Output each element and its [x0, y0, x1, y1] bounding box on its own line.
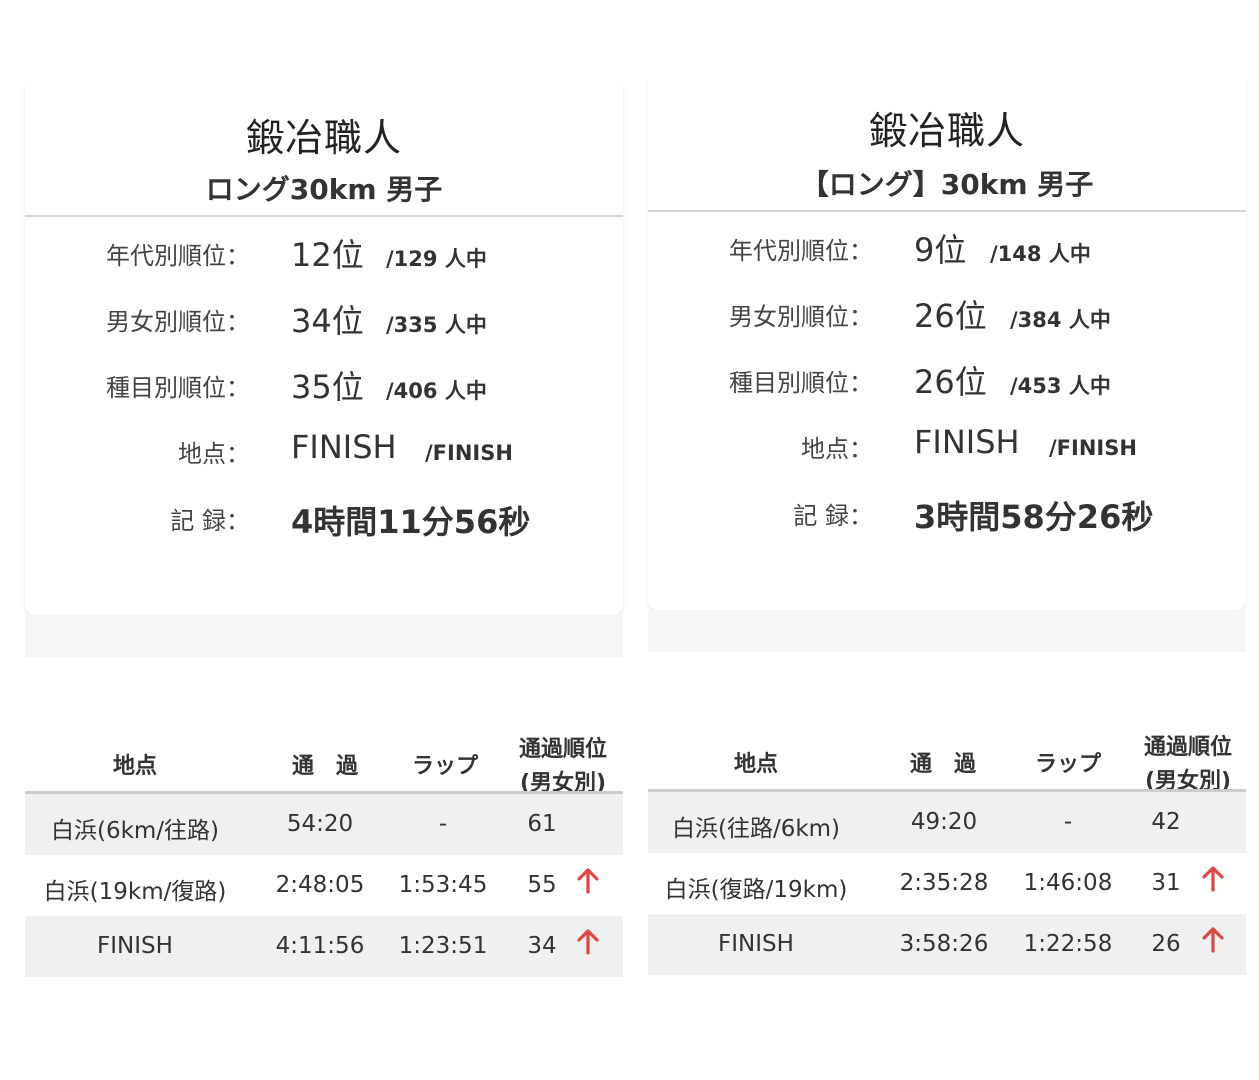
cell-pass: 4:11:56 [275, 933, 365, 959]
split-table-header: 地点 通 過 ラップ 通過順位 (男女別) [648, 713, 1246, 794]
table-row: 白浜(復路/19km) 2:35:28 1:46:08 31 [648, 853, 1246, 914]
cell-pass: 54:20 [286, 811, 354, 837]
cell-pass: 2:48:05 [275, 872, 365, 898]
arrow-up-icon [577, 868, 599, 894]
runner-name: 鍛冶職人 [245, 116, 402, 160]
stat-value: 26位 [914, 363, 987, 401]
cell-rank: 42 [1151, 809, 1181, 835]
section-gap [25, 615, 623, 657]
table-row: 白浜(往路/6km) 49:20 - 42 [648, 792, 1246, 853]
stat-label: 男女別順位： [729, 303, 873, 331]
cell-point: 白浜(復路/19km) [664, 877, 848, 903]
header-pass: 通 過 [291, 754, 358, 779]
cell-point: 白浜(6km/往路) [50, 818, 220, 844]
table-row: 白浜(19km/復路) 2:48:05 1:53:45 55 [25, 855, 623, 916]
cell-point: FINISH [718, 931, 794, 957]
stat-label: 地点： [801, 435, 873, 463]
cell-lap: 1:46:08 [1023, 870, 1113, 896]
cell-lap: - [1063, 809, 1073, 835]
cell-rank: 55 [527, 872, 557, 898]
stat-label: 記 録： [170, 507, 250, 535]
stat-value: FINISH [914, 423, 1020, 461]
runner-name: 鍛冶職人 [868, 109, 1025, 153]
header-rank: 通過順位 [518, 737, 607, 762]
header-point: 地点 [112, 754, 157, 779]
stat-total: /148 人中 [990, 242, 1091, 266]
stat-label: 記 録： [793, 502, 873, 530]
stat-value: 26位 [914, 297, 987, 335]
table-row: FINISH 4:11:56 1:23:51 34 [25, 916, 623, 977]
stat-total: /FINISH [425, 441, 513, 465]
header-rank: 通過順位 [1143, 735, 1232, 760]
table-row: FINISH 3:58:26 1:22:58 26 [648, 914, 1246, 975]
divider [25, 215, 623, 217]
stat-value: 35位 [291, 368, 364, 406]
split-table-header: 地点 通 過 ラップ 通過順位 (男女別) [25, 715, 623, 796]
header-lap: ラップ [1034, 752, 1101, 777]
stat-record: 記 録： 4時間11分56秒 [25, 495, 623, 545]
cell-point: 白浜(往路/6km) [671, 816, 841, 842]
stat-event-rank: 種目別順位： 35位 /406 人中 [25, 362, 623, 412]
arrow-up-icon [577, 929, 599, 955]
cell-rank: 26 [1151, 931, 1181, 957]
header-pass: 通 過 [909, 752, 976, 777]
cell-rank: 31 [1151, 870, 1181, 896]
result-card: 鍛冶職人 ロング30km 男子 年代別順位： 12位 /129 人中 男女別順位… [25, 85, 623, 615]
header-lap: ラップ [411, 754, 478, 779]
cell-pass: 3:58:26 [899, 931, 989, 957]
stat-total: /129 人中 [386, 247, 487, 271]
arrow-up-icon [1202, 927, 1224, 953]
stat-label: 年代別順位： [106, 242, 250, 270]
header-point: 地点 [733, 752, 778, 777]
cell-lap: 1:22:58 [1023, 931, 1113, 957]
cell-lap: - [438, 811, 448, 837]
stat-gender-rank: 男女別順位： 34位 /335 人中 [25, 296, 623, 346]
record-time: 4時間11分56秒 [291, 503, 531, 541]
stat-label: 男女別順位： [106, 308, 250, 336]
table-row: 白浜(6km/往路) 54:20 - 61 [25, 794, 623, 855]
stat-point: 地点： FINISH /FINISH [648, 423, 1246, 473]
record-time: 3時間58分26秒 [914, 498, 1154, 536]
stat-label: 種目別順位： [729, 369, 873, 397]
divider [648, 210, 1246, 212]
stat-record: 記 録： 3時間58分26秒 [648, 490, 1246, 540]
stat-gender-rank: 男女別順位： 26位 /384 人中 [648, 291, 1246, 341]
stat-total: /335 人中 [386, 313, 487, 337]
stat-total: /406 人中 [386, 379, 487, 403]
stat-total: /453 人中 [1010, 374, 1111, 398]
stat-point: 地点： FINISH /FINISH [25, 428, 623, 478]
stat-value: 12位 [291, 236, 364, 274]
cell-rank: 61 [527, 811, 557, 837]
result-panel-left: 鍛冶職人 ロング30km 男子 年代別順位： 12位 /129 人中 男女別順位… [25, 0, 623, 1080]
stat-age-rank: 年代別順位： 9位 /148 人中 [648, 225, 1246, 275]
stat-value: 9位 [914, 231, 967, 269]
split-table: 地点 通 過 ラップ 通過順位 (男女別) 白浜(往路/6km) 49:20 -… [648, 713, 1246, 978]
result-panel-right: 鍛冶職人 【ロング】30km 男子 年代別順位： 9位 /148 人中 男女別順… [648, 0, 1246, 1080]
cell-point: FINISH [97, 933, 173, 959]
cell-rank: 34 [527, 933, 557, 959]
stat-event-rank: 種目別順位： 26位 /453 人中 [648, 357, 1246, 407]
split-table: 地点 通 過 ラップ 通過順位 (男女別) 白浜(6km/往路) 54:20 -… [25, 715, 623, 980]
stat-value: 34位 [291, 302, 364, 340]
stat-label: 種目別順位： [106, 374, 250, 402]
stat-value: FINISH [291, 428, 397, 466]
stat-total: /384 人中 [1010, 308, 1111, 332]
race-category: 【ロング】30km 男子 [800, 168, 1094, 201]
stat-label: 地点： [178, 440, 250, 468]
stat-age-rank: 年代別順位： 12位 /129 人中 [25, 230, 623, 280]
cell-pass: 49:20 [910, 809, 978, 835]
stat-total: /FINISH [1049, 436, 1137, 460]
section-gap [648, 610, 1246, 652]
cell-lap: 1:23:51 [398, 933, 488, 959]
arrow-up-icon [1202, 866, 1224, 892]
race-category: ロング30km 男子 [205, 173, 443, 206]
result-card: 鍛冶職人 【ロング】30km 男子 年代別順位： 9位 /148 人中 男女別順… [648, 80, 1246, 610]
stat-label: 年代別順位： [729, 237, 873, 265]
cell-pass: 2:35:28 [899, 870, 989, 896]
cell-lap: 1:53:45 [398, 872, 488, 898]
cell-point: 白浜(19km/復路) [43, 879, 227, 905]
